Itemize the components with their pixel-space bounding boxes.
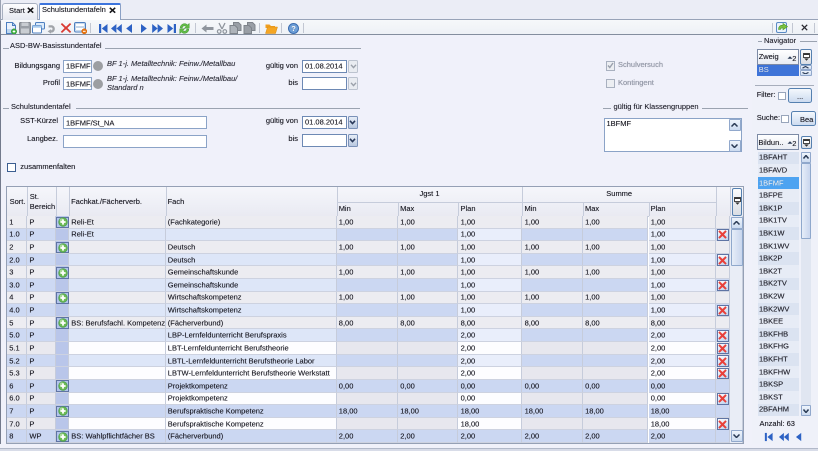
svg-text:?: ? — [291, 24, 296, 33]
